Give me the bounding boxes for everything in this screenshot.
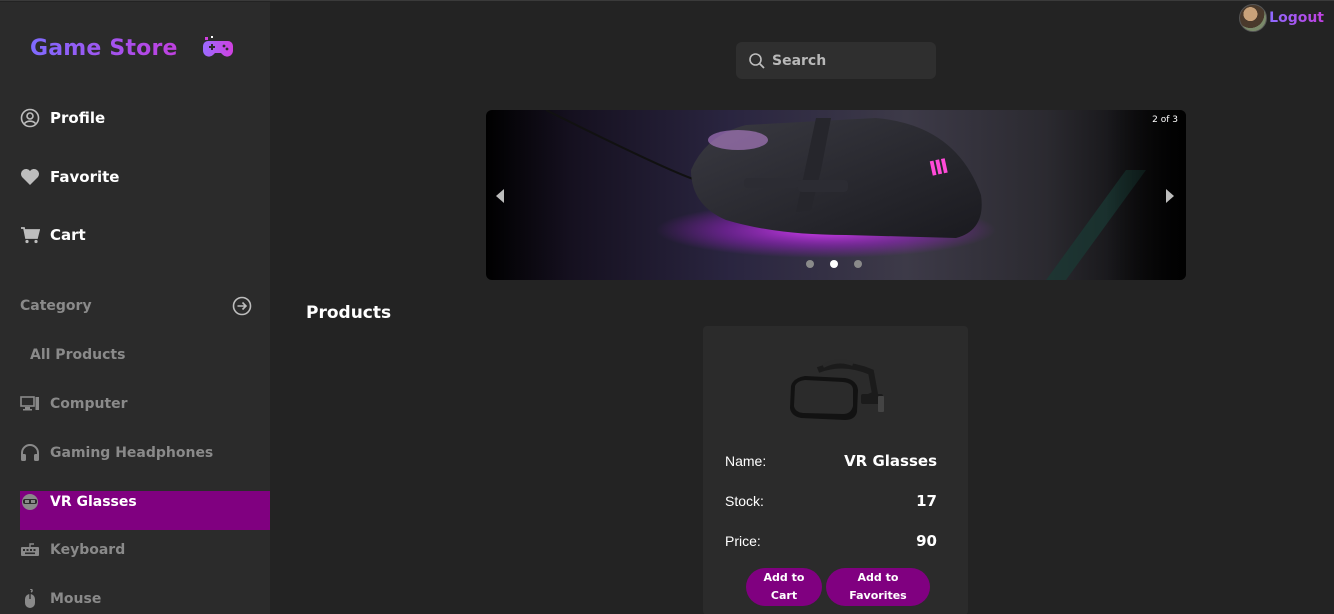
banner-carousel[interactable]: Ⅲ 2 of 3 [486,110,1186,280]
category-item-label: Gaming Headphones [50,445,214,461]
category-header: Category [20,295,252,317]
products-heading: Products [306,303,392,323]
gamepad-icon [202,36,233,57]
carousel-next-arrow-icon[interactable] [1164,188,1176,204]
category-item-gaming-headphones[interactable]: Gaming Headphones [20,440,270,466]
carousel-indicators [806,260,862,268]
category-item-label: Keyboard [50,542,126,558]
product-price-label: Price: [725,533,761,549]
category-item-label: All Products [30,347,126,363]
category-title: Category [20,298,92,314]
product-name-row: Name: VR Glasses [725,450,937,472]
add-to-cart-button[interactable]: Add to Cart [746,568,822,606]
monitor-icon [20,395,40,413]
sidebar-item-favorite[interactable]: Favorite [20,163,119,191]
sidebar-item-label: Cart [50,226,86,244]
category-item-label: Computer [50,396,128,412]
sidebar: Game Store Profile Favorite Cart Categor… [0,2,270,614]
sidebar-item-label: Favorite [50,168,120,186]
category-item-keyboard[interactable]: Keyboard [20,537,270,563]
carousel-dot-1[interactable] [806,260,814,268]
logout-button[interactable]: Logout [1239,4,1324,32]
sidebar-item-cart[interactable]: Cart [20,221,86,249]
product-card: Name: VR Glasses Stock: 17 Price: 90 Add… [703,326,968,614]
category-item-mouse[interactable]: Mouse [20,586,270,612]
carousel-counter: 2 of 3 [1152,115,1178,125]
carousel-dot-3[interactable] [854,260,862,268]
product-stock-value: 17 [916,492,937,510]
add-to-favorites-button[interactable]: Add to Favorites [826,568,930,606]
product-name-value: VR Glasses [844,452,937,470]
app-root: Game Store Profile Favorite Cart Categor… [0,0,1334,614]
vr-headset-icon [20,493,40,511]
sidebar-item-label: Profile [50,109,106,127]
search-input[interactable] [772,52,922,69]
gaming-mouse-banner-image: Ⅲ [545,110,1186,280]
category-item-computer[interactable]: Computer [20,391,270,417]
arrow-right-circle-icon[interactable] [232,296,252,316]
keyboard-icon [20,541,40,559]
product-stock-label: Stock: [725,493,764,509]
headphones-icon [20,444,40,462]
category-item-label: VR Glasses [50,494,137,510]
product-name-label: Name: [725,453,767,469]
category-item-label: Mouse [50,591,102,607]
brand[interactable]: Game Store [30,32,234,64]
product-price-value: 90 [916,532,937,550]
user-circle-icon [20,108,40,128]
category-item-vr-glasses[interactable]: VR Glasses [20,489,270,515]
brand-title[interactable]: Game Store [30,36,178,61]
sidebar-item-profile[interactable]: Profile [20,104,105,132]
product-stock-row: Stock: 17 [725,490,937,512]
vr-glasses-product-image [790,359,884,420]
heart-icon [20,167,40,187]
category-item-all-products[interactable]: All Products [20,342,270,368]
cart-icon [20,225,40,245]
carousel-dot-2[interactable] [830,260,838,268]
logout-label: Logout [1269,10,1324,26]
search-bar[interactable] [736,42,936,79]
mouse-icon [20,589,40,608]
product-price-row: Price: 90 [725,530,937,552]
avatar[interactable] [1239,4,1268,32]
search-icon [749,52,765,69]
carousel-prev-arrow-icon[interactable] [494,188,506,204]
